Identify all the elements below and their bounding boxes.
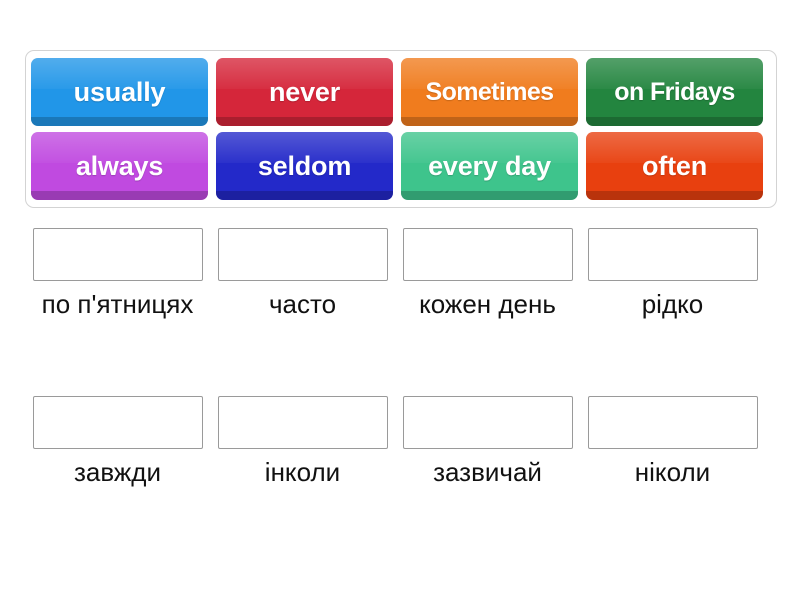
answer-cell-zazvychay: зазвичай	[395, 396, 580, 487]
draggable-tile-every-day[interactable]: every day	[401, 132, 578, 200]
word-tile-tray: usually never Sometimes on Fridays alway…	[25, 50, 777, 208]
answer-label: ніколи	[634, 457, 711, 487]
answer-cell-inkoly: інколи	[210, 396, 395, 487]
drop-zone[interactable]	[402, 228, 573, 281]
answer-cell-po-pyatnytsyah: по п'ятницях	[25, 228, 210, 319]
drop-zone[interactable]	[217, 228, 388, 281]
tile-label: on Fridays	[614, 77, 735, 106]
tile-row-2: always seldom every day often	[31, 131, 771, 201]
tile-label: never	[268, 76, 341, 107]
tile-label: Sometimes	[425, 77, 555, 106]
answer-label: зазвичай	[433, 457, 542, 487]
tile-label: always	[75, 150, 164, 181]
answer-label: завжди	[74, 457, 161, 487]
drop-zone[interactable]	[587, 228, 758, 281]
answer-label: часто	[268, 289, 337, 319]
tile-label: usually	[73, 76, 166, 107]
drop-zone[interactable]	[217, 396, 388, 449]
answer-cell-zavzhdy: завжди	[25, 396, 210, 487]
answer-label: рідко	[641, 289, 704, 319]
tile-row-1: usually never Sometimes on Fridays	[31, 57, 771, 127]
answer-row-1: по п'ятницях часто кожен день рідко	[25, 228, 777, 319]
match-up-activity: usually never Sometimes on Fridays alway…	[0, 0, 800, 600]
answer-cell-chasto: часто	[210, 228, 395, 319]
draggable-tile-usually[interactable]: usually	[31, 58, 208, 126]
answer-label: по п'ятницях	[41, 289, 194, 319]
drop-zone[interactable]	[587, 396, 758, 449]
tile-label: every day	[428, 150, 551, 181]
answer-cell-ridko: рідко	[580, 228, 765, 319]
answer-label: кожен день	[419, 289, 556, 319]
answer-cell-nikoly: ніколи	[580, 396, 765, 487]
answer-label: інколи	[264, 457, 341, 487]
draggable-tile-always[interactable]: always	[31, 132, 208, 200]
drop-zone[interactable]	[32, 396, 203, 449]
draggable-tile-seldom[interactable]: seldom	[216, 132, 393, 200]
answer-row-2: завжди інколи зазвичай ніколи	[25, 396, 777, 487]
draggable-tile-sometimes[interactable]: Sometimes	[401, 58, 578, 126]
answer-cell-kozhen-den: кожен день	[395, 228, 580, 319]
draggable-tile-on-fridays[interactable]: on Fridays	[586, 58, 763, 126]
draggable-tile-never[interactable]: never	[216, 58, 393, 126]
draggable-tile-often[interactable]: often	[586, 132, 763, 200]
drop-zone[interactable]	[402, 396, 573, 449]
tile-label: seldom	[257, 150, 352, 181]
drop-zone[interactable]	[32, 228, 203, 281]
tile-label: often	[642, 150, 707, 181]
